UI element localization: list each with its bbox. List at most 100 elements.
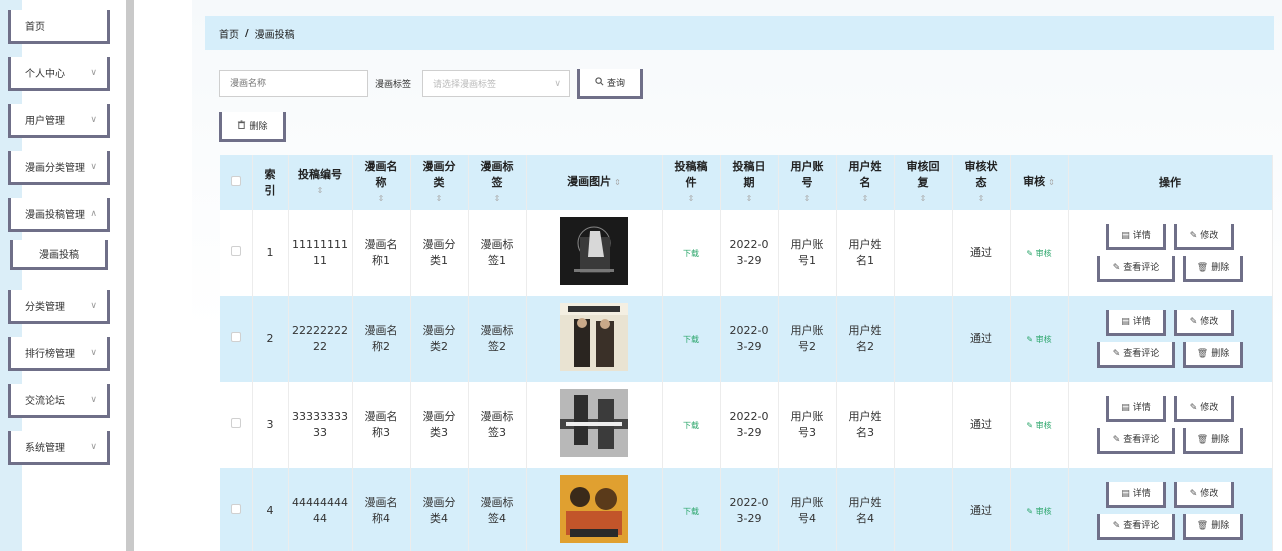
comic-thumbnail[interactable] [560, 216, 628, 285]
download-link[interactable]: 下载 [683, 421, 699, 430]
row-checkbox[interactable] [230, 504, 241, 514]
view-comments-button[interactable]: ✎ 查看评论 [1097, 514, 1175, 540]
comic-thumbnail[interactable] [560, 302, 628, 371]
download-link[interactable]: 下载 [683, 335, 699, 344]
col-reply[interactable]: 审核回复 ⇕ [894, 155, 953, 210]
col-tag[interactable]: 漫画标签 ⇕ [468, 155, 527, 210]
col-username[interactable]: 用户姓名 ⇕ [836, 155, 895, 210]
audit-link[interactable]: ✎ 审核 [1026, 249, 1051, 258]
cell-ops: ▤ 详情 ✎ 修改 ✎ 查看评论 🗑 删除 [1068, 210, 1273, 296]
sidebar-item-forum[interactable]: 交流论坛 ∨ [8, 384, 110, 418]
sort-icon[interactable]: ⇕ [1048, 178, 1055, 187]
row-checkbox[interactable] [230, 418, 241, 428]
sort-icon[interactable]: ⇕ [469, 191, 526, 207]
detail-button[interactable]: ▤ 详情 [1106, 310, 1166, 336]
delete-button[interactable]: 🗑 删除 [1183, 428, 1243, 454]
comic-tag-select[interactable]: 请选择漫画标签 ∨ [422, 70, 570, 97]
sort-icon[interactable]: ⇕ [289, 183, 352, 199]
sort-icon[interactable]: ⇕ [614, 178, 621, 187]
audit-link[interactable]: ✎ 审核 [1026, 335, 1051, 344]
cell-username: 用户姓名2 [836, 296, 895, 382]
view-comments-button[interactable]: ✎ 查看评论 [1097, 256, 1175, 282]
col-image[interactable]: 漫画图片 ⇕ [526, 155, 663, 210]
col-audit[interactable]: 审核 ⇕ [1010, 155, 1069, 210]
col-category[interactable]: 漫画分类 ⇕ [410, 155, 469, 210]
sidebar-subitem-comic-submission[interactable]: 漫画投稿 [10, 240, 108, 270]
sidebar-item-system-management[interactable]: 系统管理 ∨ [8, 431, 110, 465]
row-checkbox[interactable] [230, 246, 241, 256]
download-link[interactable]: 下载 [683, 507, 699, 516]
audit-link[interactable]: ✎ 审核 [1026, 507, 1051, 516]
cell-code: 1111111111 [288, 210, 353, 296]
sort-icon[interactable]: ⇕ [411, 191, 468, 207]
cell-ops: ▤ 详情 ✎ 修改 ✎ 查看评论 🗑 删除 [1068, 382, 1273, 468]
edit-button-label: 修改 [1200, 230, 1219, 241]
trash-icon: 🗑 [1196, 520, 1209, 531]
breadcrumb-home[interactable]: 首页 [219, 26, 239, 41]
detail-button[interactable]: ▤ 详情 [1106, 482, 1166, 508]
sidebar-item-home[interactable]: 首页 [8, 10, 110, 44]
edit-button[interactable]: ✎ 修改 [1174, 482, 1234, 508]
delete-button[interactable]: 🗑 删除 [1183, 342, 1243, 368]
pencil-icon: ✎ [1112, 520, 1121, 531]
detail-button[interactable]: ▤ 详情 [1106, 224, 1166, 250]
sidebar-item-personal-center[interactable]: 个人中心 ∨ [8, 57, 110, 91]
audit-link[interactable]: ✎ 审核 [1026, 421, 1051, 430]
cell-username-text: 用户姓名2 [848, 324, 882, 353]
edit-button[interactable]: ✎ 修改 [1174, 224, 1234, 250]
cell-file: 下载 [662, 210, 721, 296]
query-button[interactable]: 查询 [577, 69, 643, 99]
edit-button[interactable]: ✎ 修改 [1174, 396, 1234, 422]
cell-date: 2022-03-29 [720, 382, 779, 468]
comic-name-search-input[interactable] [219, 70, 368, 97]
edit-button[interactable]: ✎ 修改 [1174, 310, 1234, 336]
sidebar-item-ranking-management[interactable]: 排行榜管理 ∨ [8, 337, 110, 371]
cell-code-text: 2222222222 [292, 324, 348, 353]
delete-button[interactable]: 🗑 删除 [1183, 514, 1243, 540]
batch-delete-button[interactable]: 删除 [219, 112, 286, 142]
sort-icon[interactable]: ⇕ [663, 191, 720, 207]
table-row: 3 3333333333 漫画名称3 漫画分类3 漫画标签3 下载 2022-0… [220, 382, 1273, 468]
sort-icon[interactable]: ⇕ [895, 191, 952, 207]
cell-username: 用户姓名4 [836, 468, 895, 551]
col-code[interactable]: 投稿编号 ⇕ [288, 155, 353, 210]
chevron-down-icon: ∨ [90, 114, 97, 125]
detail-button-label: 详情 [1132, 402, 1151, 413]
sort-icon[interactable]: ⇕ [953, 191, 1010, 207]
row-checkbox[interactable] [230, 332, 241, 342]
sidebar-item-comic-submission-management[interactable]: 漫画投稿管理 ∧ [8, 198, 110, 232]
delete-button-label: 删除 [1211, 434, 1230, 445]
sort-icon[interactable]: ⇕ [837, 191, 894, 207]
delete-button[interactable]: 🗑 删除 [1183, 256, 1243, 282]
sort-icon[interactable]: ⇕ [721, 191, 778, 207]
doc-icon: ▤ [1121, 488, 1130, 499]
detail-button-label: 详情 [1132, 230, 1151, 241]
sort-icon[interactable]: ⇕ [779, 191, 836, 207]
select-all-checkbox[interactable] [230, 175, 241, 186]
sidebar-item-category-management[interactable]: 分类管理 ∨ [8, 290, 110, 324]
col-account[interactable]: 用户账号 ⇕ [778, 155, 837, 210]
chevron-down-icon: ∨ [90, 441, 97, 452]
cell-file: 下载 [662, 296, 721, 382]
sort-icon[interactable]: ⇕ [353, 191, 410, 207]
sidebar-item-label: 交流论坛 [25, 396, 65, 407]
view-comments-button[interactable]: ✎ 查看评论 [1097, 342, 1175, 368]
sidebar-item-user-management[interactable]: 用户管理 ∨ [8, 104, 110, 138]
sidebar-item-comic-category-management[interactable]: 漫画分类管理 ∨ [8, 151, 110, 185]
pencil-icon: ✎ [1026, 248, 1036, 258]
cell-category-text: 漫画分类2 [422, 324, 456, 353]
comic-thumbnail[interactable] [560, 474, 628, 543]
col-status[interactable]: 审核状态 ⇕ [952, 155, 1011, 210]
col-file[interactable]: 投稿稿件 ⇕ [662, 155, 721, 210]
col-date[interactable]: 投稿日期 ⇕ [720, 155, 779, 210]
cell-category-text: 漫画分类4 [422, 496, 456, 525]
cell-tag-text: 漫画标签4 [480, 496, 514, 525]
chevron-up-icon: ∧ [90, 208, 97, 219]
col-name[interactable]: 漫画名称 ⇕ [352, 155, 411, 210]
col-file-label: 投稿稿件 [674, 159, 708, 189]
download-link[interactable]: 下载 [683, 249, 699, 258]
view-comments-button[interactable]: ✎ 查看评论 [1097, 428, 1175, 454]
detail-button[interactable]: ▤ 详情 [1106, 396, 1166, 422]
breadcrumb: 首页 / 漫画投稿 [205, 16, 1274, 50]
comic-thumbnail[interactable] [560, 388, 628, 457]
